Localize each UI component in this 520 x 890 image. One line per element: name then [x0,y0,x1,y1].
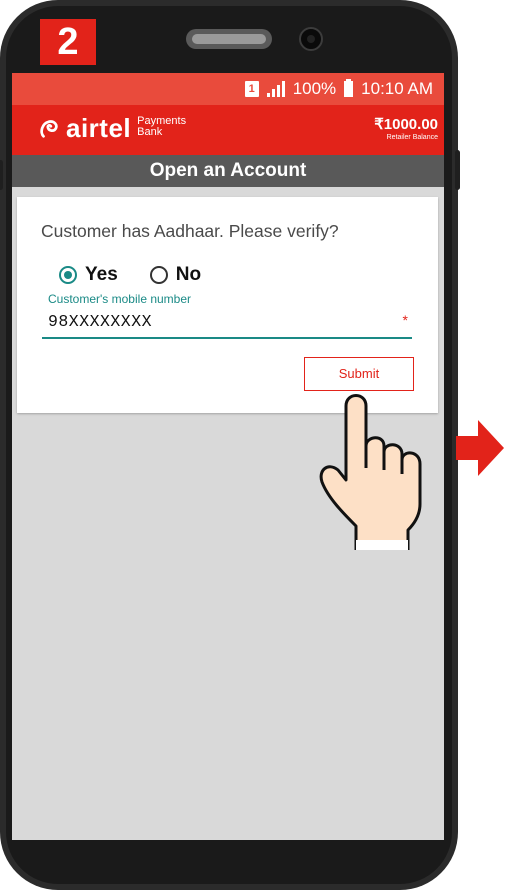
radio-unchecked-icon [149,266,168,284]
status-indicators: 1 100% 10:10 AM [244,79,433,99]
retailer-balance: ₹1000.00 Retailer Balance [374,115,438,141]
airtel-logo-icon [40,119,58,138]
battery-icon [344,79,354,97]
required-marker: * [402,312,408,328]
page-title: Open an Account [12,155,444,187]
mobile-number-value: 98XXXXXXXX [48,312,153,331]
radio-yes[interactable]: Yes [59,264,118,286]
balance-amount: ₹1000.00 [374,116,438,133]
side-button-right [455,150,460,190]
battery-percent: 100% [292,79,337,98]
front-camera [299,27,323,51]
radio-no-label: No [175,264,202,285]
aadhaar-question: Customer has Aadhaar. Please verify? [41,221,339,241]
verification-card: Customer has Aadhaar. Please verify? Yes… [17,197,438,413]
brand-name: airtel [66,113,132,143]
status-bar: 1 100% 10:10 AM [12,73,444,105]
sim-icon: 1 [244,81,259,97]
aadhaar-radio-group: Yes No [59,264,233,286]
app-header: airtel Payments Bank ₹1000.00 Retailer B… [12,105,444,155]
radio-no[interactable]: No [149,264,202,286]
step-number-badge: 2 [40,19,96,65]
brand-subtitle: Payments Bank [137,115,186,138]
status-time: 10:10 AM [361,79,433,98]
airtel-payments-bank-logo: airtel Payments Bank [38,113,186,144]
brand-sub-line2: Bank [137,125,163,138]
earpiece-speaker [186,29,272,49]
mobile-number-input[interactable]: 98XXXXXXXX * [42,310,412,339]
balance-label: Retailer Balance [386,134,438,141]
mobile-number-label: Customer's mobile number [48,292,192,306]
arrow-right-icon [456,420,504,476]
radio-checked-icon [59,266,77,284]
pointing-hand-icon [319,394,422,550]
signal-icon [266,81,285,97]
side-button-left [0,160,3,190]
radio-yes-label: Yes [85,264,118,285]
